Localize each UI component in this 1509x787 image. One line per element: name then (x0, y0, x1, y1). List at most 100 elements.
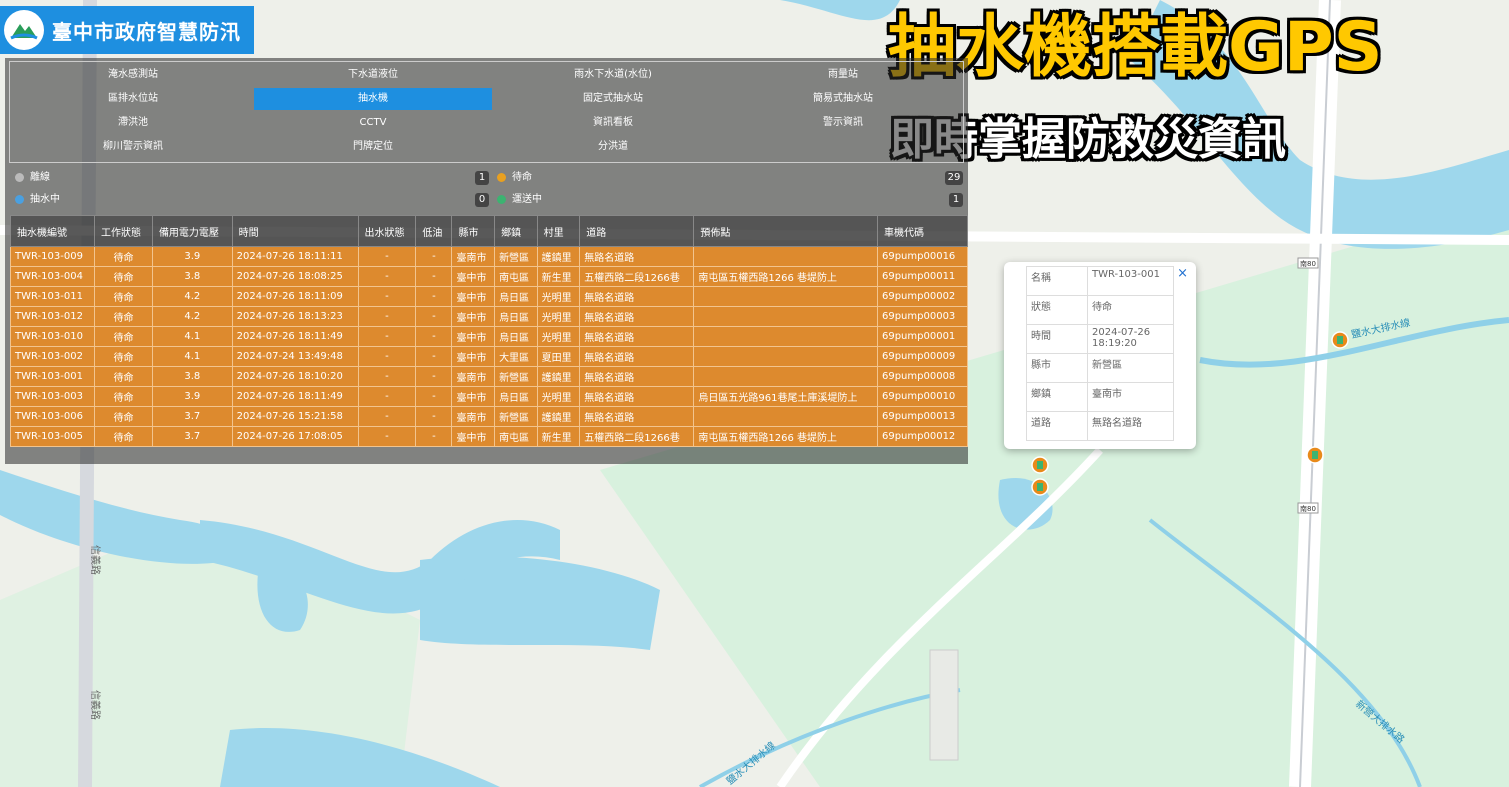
cell-outflow-status: - (357, 346, 417, 367)
cell-village: 光明里 (536, 326, 581, 347)
cell-prestage-point (693, 346, 878, 367)
layer-address-locate[interactable]: 門牌定位 (254, 136, 492, 158)
layer-rain-gauge[interactable]: 雨量站 (724, 64, 962, 86)
table-row[interactable]: TWR-103-012 待命 4.2 2024-07-26 18:13:23- - 臺中市… (9, 306, 969, 327)
table-row[interactable]: TWR-103-003 待命 3.9 2024-07-26 18:11:49- - 臺中市… (9, 386, 969, 407)
status-pumping[interactable]: 抽水中 (15, 190, 60, 210)
cell-city: 臺中市 (451, 306, 496, 327)
status-standby[interactable]: 待命 (497, 168, 532, 188)
pump-marker-icon[interactable] (1331, 331, 1349, 351)
cell-backup-voltage: 3.7 (151, 426, 233, 447)
status-legend: 離線 1 待命 29 抽水中 0 運送中 1 (5, 168, 968, 212)
layer-info-board[interactable]: 資訊看板 (494, 112, 732, 134)
cell-township: 南屯區 (494, 266, 538, 287)
cell-outflow-status: - (357, 246, 417, 267)
cell-pump-id: TWR-103-002 (9, 346, 96, 367)
moving-count: 1 (949, 193, 963, 207)
col-time[interactable]: 時間 (231, 215, 359, 247)
status-offline[interactable]: 離線 (15, 168, 50, 188)
cell-low-oil: - (415, 326, 453, 347)
popup-table: 名稱 TWR-103-001 狀態 待命 時間 2024-07-26 18:19:20 縣市… (1026, 266, 1174, 441)
popup-key: 時間 (1026, 324, 1088, 354)
cell-device-code: 69pump00009 (876, 346, 969, 367)
layer-fixed-pump-station[interactable]: 固定式抽水站 (494, 88, 732, 110)
cell-road: 五權西路二段1266巷 (579, 426, 695, 447)
col-pump-id[interactable]: 抽水機編號 (9, 215, 96, 247)
brand-bar[interactable]: 臺中市政府智慧防汛 (0, 6, 254, 54)
cell-township: 大里區 (494, 346, 538, 367)
status-moving[interactable]: 運送中 (497, 190, 542, 210)
table-row[interactable]: TWR-103-001 待命 3.8 2024-07-26 18:10:20- - 臺南市… (9, 366, 969, 387)
cell-work-status: 待命 (94, 426, 153, 447)
layer-floodway[interactable]: 分洪道 (494, 136, 732, 158)
cell-device-code: 69pump00011 (876, 266, 969, 287)
cell-low-oil: - (415, 246, 453, 267)
col-device-code[interactable]: 車機代碼 (876, 215, 969, 247)
col-work-status[interactable]: 工作狀態 (94, 215, 153, 247)
close-icon[interactable]: × (1177, 266, 1188, 281)
cell-time: 2024-07-26 17:08:05 (231, 426, 359, 447)
cell-low-oil: - (415, 346, 453, 367)
col-city[interactable]: 縣市 (451, 215, 496, 247)
col-road[interactable]: 道路 (579, 215, 695, 247)
popup-value: 新營區 (1087, 353, 1174, 383)
cell-low-oil: - (415, 266, 453, 287)
pump-marker-icon[interactable] (1031, 456, 1049, 476)
col-prestage-point[interactable]: 預佈點 (693, 215, 878, 247)
popup-value: 2024-07-26 18:19:20 (1087, 324, 1174, 354)
standby-count: 29 (945, 171, 963, 185)
road-label-2: 信義路 (89, 690, 102, 720)
popup-value: 待命 (1087, 295, 1174, 325)
popup-value: TWR-103-001 (1087, 266, 1174, 296)
table-row[interactable]: TWR-103-009 待命 3.9 2024-07-26 18:11:11- - 臺南市… (9, 246, 969, 267)
cell-pump-id: TWR-103-001 (9, 366, 96, 387)
layer-sewer-level[interactable]: 下水道液位 (254, 64, 492, 86)
layer-detention-pond[interactable]: 滯洪池 (14, 112, 252, 134)
cell-time: 2024-07-24 13:49:48 (231, 346, 359, 367)
table-row[interactable]: TWR-103-004 待命 3.8 2024-07-26 18:08:25- - 臺中市… (9, 266, 969, 287)
mountain-logo-icon (4, 10, 44, 50)
cell-road: 無路名道路 (579, 366, 695, 387)
cell-backup-voltage: 4.1 (151, 346, 233, 367)
cell-outflow-status: - (357, 426, 417, 447)
layer-warning-info[interactable]: 警示資訊 (724, 112, 962, 134)
cell-township: 新營區 (494, 366, 538, 387)
cell-time: 2024-07-26 18:10:20 (231, 366, 359, 387)
cell-road: 無路名道路 (579, 286, 695, 307)
cell-backup-voltage: 3.7 (151, 406, 233, 427)
cell-village: 新生里 (536, 266, 581, 287)
cell-pump-id: TWR-103-010 (9, 326, 96, 347)
col-township[interactable]: 鄉鎮 (494, 215, 538, 247)
col-low-oil[interactable]: 低油 (415, 215, 453, 247)
pump-marker-icon[interactable] (1031, 478, 1049, 498)
layer-liuchuan-warning[interactable]: 柳川警示資訊 (14, 136, 252, 158)
brand-title: 臺中市政府智慧防汛 (52, 19, 241, 44)
col-village[interactable]: 村里 (536, 215, 581, 247)
cell-work-status: 待命 (94, 286, 153, 307)
col-backup-voltage[interactable]: 備用電力電壓 (151, 215, 233, 247)
cell-city: 臺南市 (451, 406, 496, 427)
cell-low-oil: - (415, 366, 453, 387)
table-row[interactable]: TWR-103-002 待命 4.1 2024-07-24 13:49:48- - 臺中市… (9, 346, 969, 367)
layer-flood-sensor[interactable]: 淹水感測站 (14, 64, 252, 86)
cell-prestage-point (693, 286, 878, 307)
col-outflow-status[interactable]: 出水狀態 (357, 215, 417, 247)
cell-pump-id: TWR-103-003 (9, 386, 96, 407)
layer-drain-level[interactable]: 區排水位站 (14, 88, 252, 110)
cell-device-code: 69pump00010 (876, 386, 969, 407)
cell-device-code: 69pump00001 (876, 326, 969, 347)
table-row[interactable]: TWR-103-011 待命 4.2 2024-07-26 18:11:09- - 臺中市… (9, 286, 969, 307)
cell-backup-voltage: 3.8 (151, 366, 233, 387)
cell-township: 烏日區 (494, 286, 538, 307)
table-row[interactable]: TWR-103-006 待命 3.7 2024-07-26 15:21:58- - 臺南市… (9, 406, 969, 427)
table-row[interactable]: TWR-103-005 待命 3.7 2024-07-26 17:08:05- - 臺中市… (9, 426, 969, 447)
cell-prestage-point: 南屯區五權西路1266 巷堤防上 (693, 426, 878, 447)
layer-storm-sewer[interactable]: 雨水下水道(水位) (494, 64, 732, 86)
pump-marker-icon[interactable] (1306, 446, 1324, 466)
cell-time: 2024-07-26 18:11:11 (231, 246, 359, 267)
layer-simple-pump-station[interactable]: 簡易式抽水站 (724, 88, 962, 110)
layer-pump[interactable]: 抽水機 (254, 88, 492, 110)
layer-cctv[interactable]: CCTV (254, 112, 492, 134)
table-row[interactable]: TWR-103-010 待命 4.1 2024-07-26 18:11:49- - 臺中市… (9, 326, 969, 347)
info-panel: 淹水感測站 下水道液位 雨水下水道(水位) 雨量站 區排水位站 抽水機 固定式抽… (5, 58, 969, 464)
